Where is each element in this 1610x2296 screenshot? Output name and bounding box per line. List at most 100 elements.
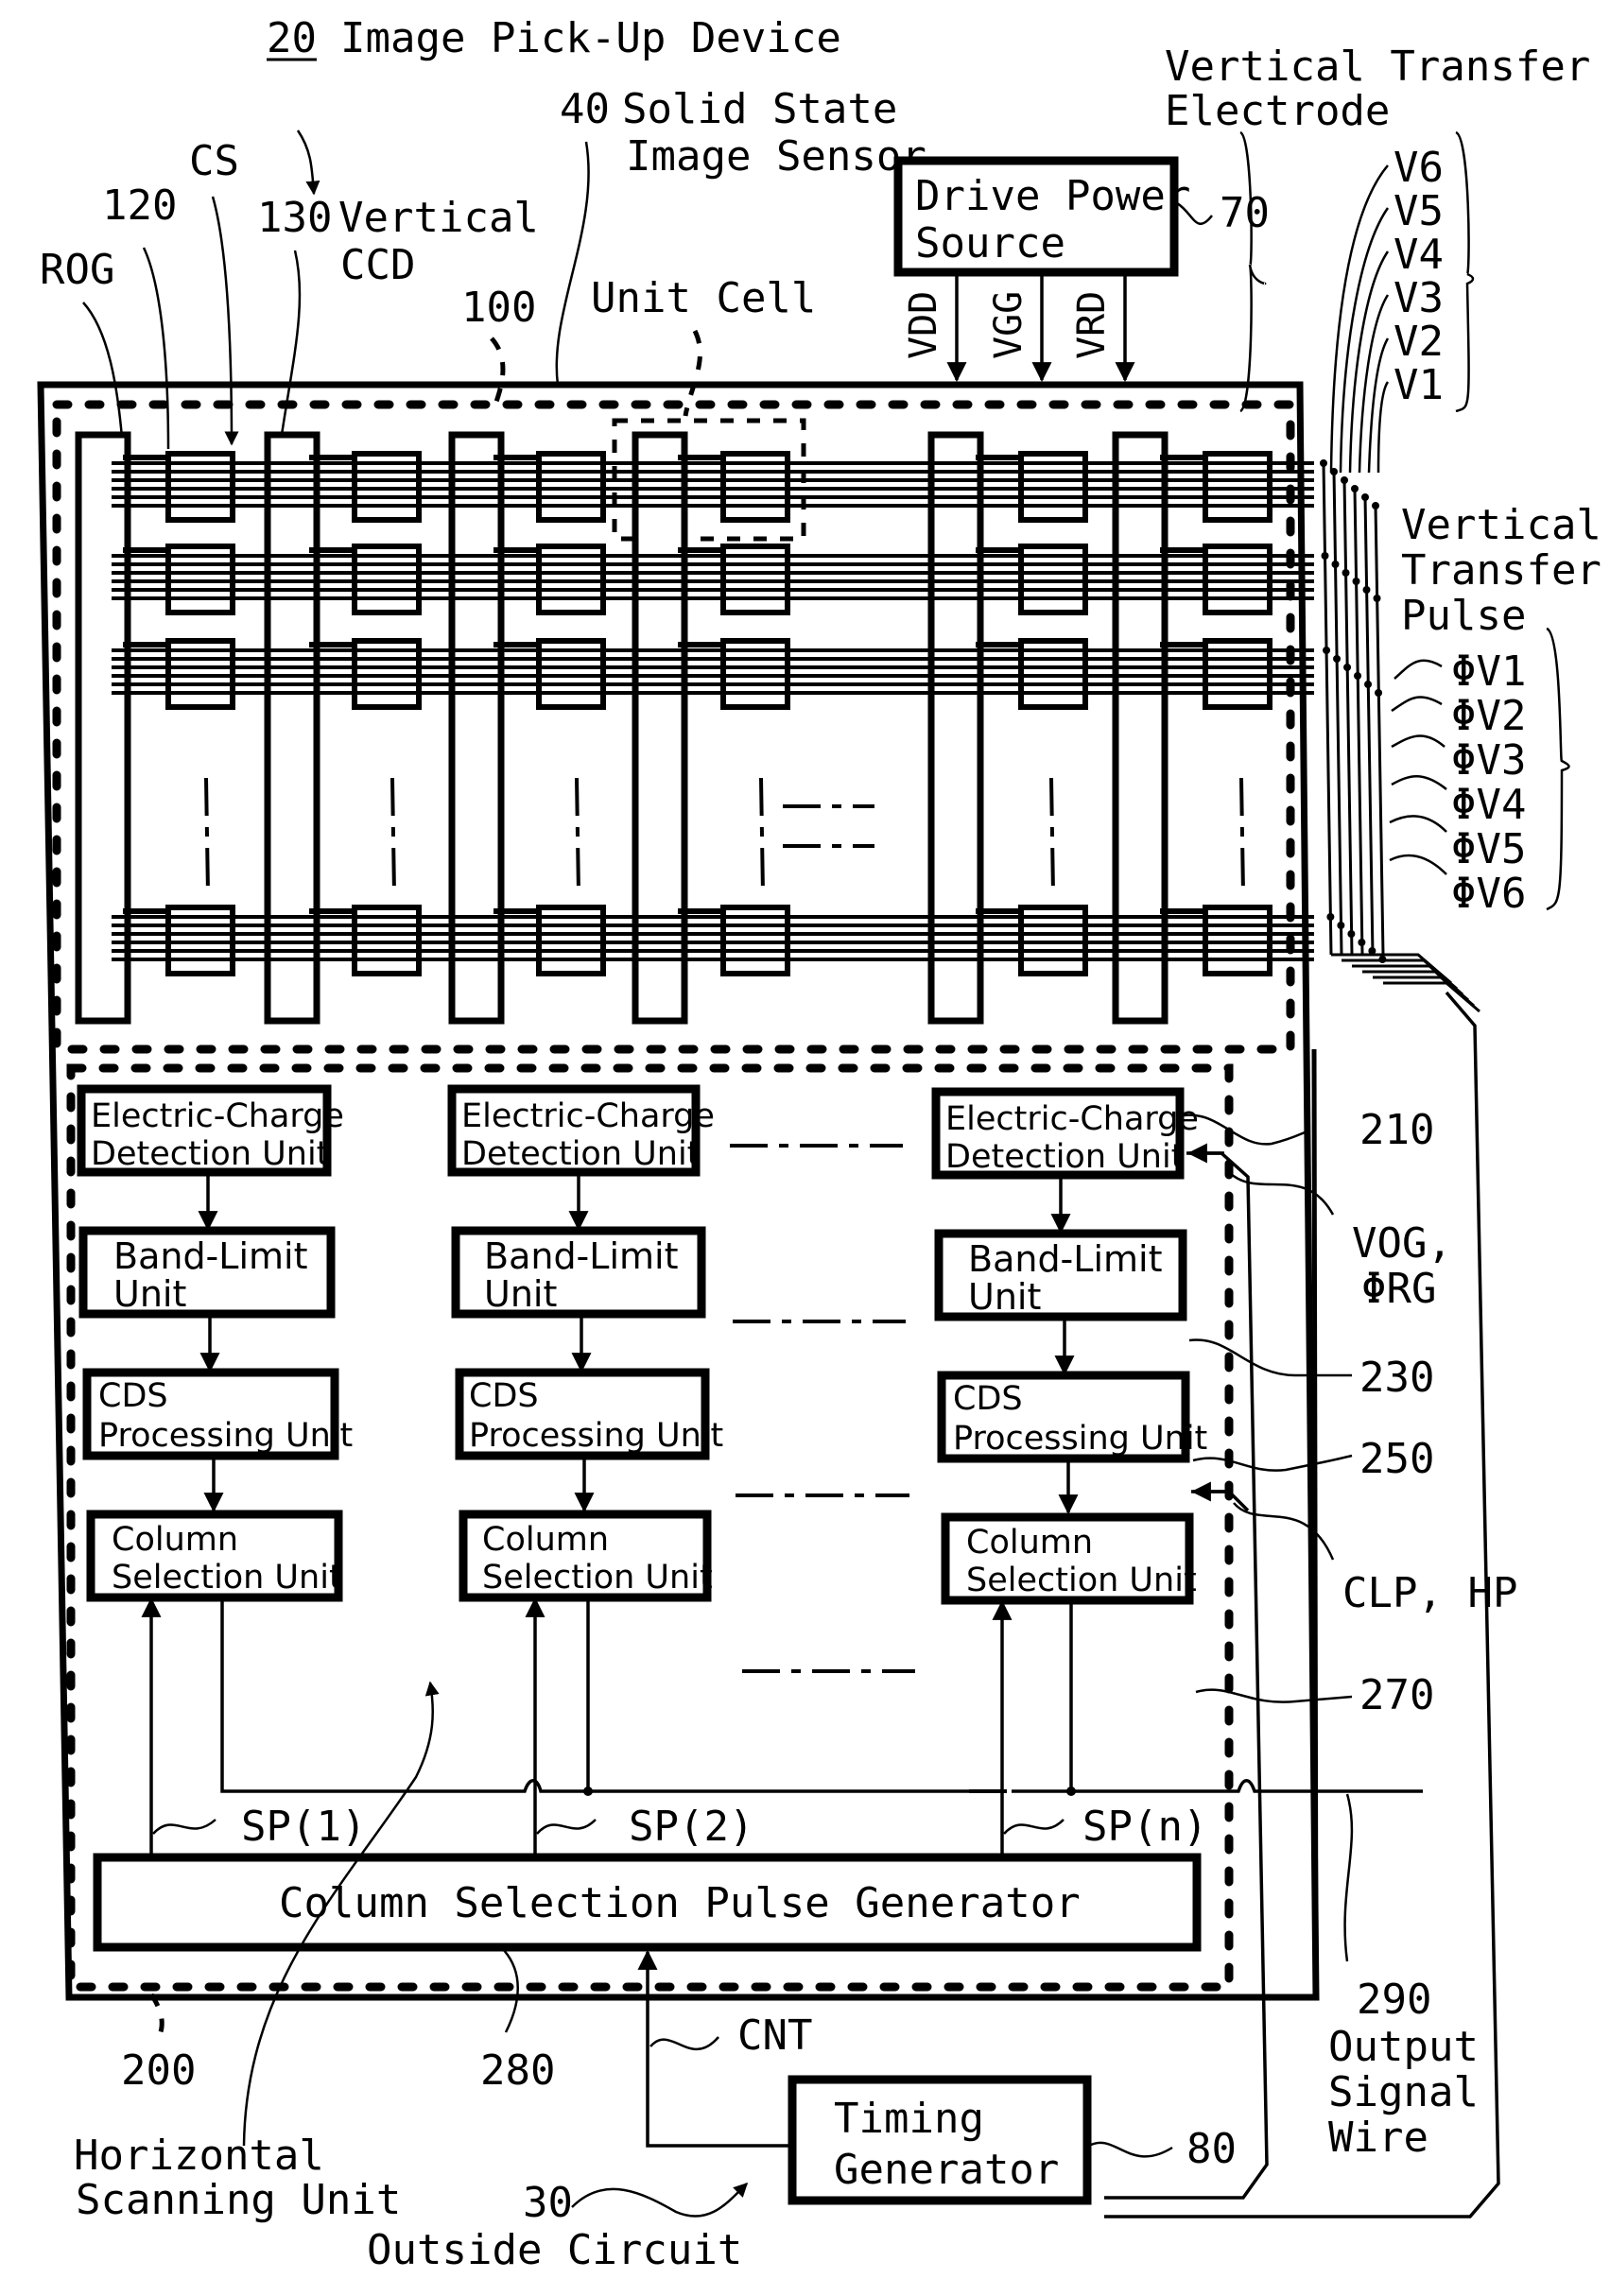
bus-junction	[1368, 947, 1376, 955]
ref-200-leader	[148, 1993, 164, 2039]
signal-label: Signal	[1328, 2068, 1479, 2116]
sensor-line1: Solid State	[622, 85, 897, 133]
cds-label1: CDS	[953, 1380, 1023, 1418]
bus-junction	[1352, 578, 1360, 585]
continuation-mark	[575, 777, 580, 894]
outside-circuit-label: Outside Circuit	[367, 2226, 742, 2274]
electrode-bus-wire	[1363, 496, 1375, 956]
ref-200-label: 200	[121, 2046, 196, 2095]
pulse-phv1: ΦV1	[1451, 647, 1526, 696]
junction-dot	[583, 1787, 593, 1796]
band-limit-label1: Band-Limit	[113, 1235, 307, 1277]
clp-hp-leader	[1233, 1502, 1335, 1561]
phv6-lead	[1389, 854, 1447, 875]
bus-junction	[1375, 689, 1383, 697]
col-sel-label1: Column	[482, 1521, 609, 1559]
v5-lead	[1339, 207, 1390, 474]
ref-250-label: 250	[1359, 1435, 1434, 1483]
bus-junction	[1320, 459, 1327, 467]
sensor-ref: 40	[560, 85, 610, 133]
electrode-v5: V5	[1394, 187, 1444, 235]
bus-junction	[1343, 664, 1352, 671]
cds-label1: CDS	[469, 1377, 539, 1415]
bus-junction	[1354, 672, 1362, 680]
electrode-v3: V3	[1394, 274, 1444, 322]
cs-label: CS	[189, 137, 239, 185]
column-chain-1: Electric-Charge Detection Unit Band-Limi…	[77, 1084, 353, 1602]
vdd-label: VDD	[902, 291, 945, 359]
col-sel-label2: Selection Unit	[966, 1562, 1197, 1599]
vtp-line3: Pulse	[1401, 592, 1526, 640]
ref-100-label: 100	[461, 284, 536, 332]
timing-generator-line2: Generator	[834, 2146, 1059, 2194]
column-selection-pulse-generator-label: Column Selection Pulse Generator	[279, 1879, 1081, 1927]
pulse-phv5: ΦV5	[1451, 825, 1526, 873]
pulse-bus-wire	[1383, 981, 1480, 1013]
phv1-lead	[1394, 659, 1443, 680]
outside-circuit-leader	[571, 2182, 749, 2218]
electrode-bus-wire	[1374, 505, 1385, 956]
ref-230-leader	[1188, 1338, 1352, 1377]
rog-leader	[82, 302, 125, 450]
band-limit-label1: Band-Limit	[484, 1235, 678, 1277]
continuation-mark	[390, 777, 396, 894]
electrode-v4: V4	[1394, 231, 1444, 279]
vte-line1: Vertical Transfer	[1165, 43, 1590, 91]
electrode-bus-wire	[1322, 462, 1333, 956]
vtp-line1: Vertical	[1401, 501, 1601, 549]
ccd-ref: 130	[257, 194, 332, 242]
sp1-label: SP(1)	[241, 1803, 366, 1851]
charge-detection-label2: Detection Unit	[461, 1135, 700, 1173]
continuation-mark	[204, 777, 210, 894]
column-selection-pulse-generator: Column Selection Pulse Generator	[93, 1853, 1202, 1952]
electrode-bus-wire	[1342, 479, 1354, 956]
band-limit-label2: Unit	[113, 1273, 186, 1315]
ref-100-leader	[490, 337, 506, 403]
electrode-brace	[1239, 130, 1267, 413]
col-sel-label1: Column	[112, 1521, 238, 1559]
pulse-phv4: ΦV4	[1451, 781, 1526, 829]
sp2-lead	[536, 1819, 597, 1835]
col-sel-label1: Column	[966, 1524, 1093, 1562]
continuation-mark	[759, 777, 765, 894]
bus-junction	[1372, 502, 1379, 509]
vog-rg-leader	[1228, 1171, 1335, 1216]
v1-lead	[1376, 381, 1390, 474]
band-limit-label1: Band-Limit	[968, 1238, 1162, 1280]
drive-power-line1: Drive Power	[915, 172, 1190, 220]
reference-leaders: 210 VOG, ΦRG 230 250 CLP, HP 270 290 Out…	[1183, 1106, 1517, 2162]
phv3-lead	[1391, 734, 1446, 749]
column-chain-2: Electric-Charge Detection Unit Band-Limi…	[447, 1084, 723, 1602]
vgg-label: VGG	[987, 291, 1030, 359]
bus-junction	[1330, 468, 1338, 475]
band-limit-label2: Unit	[484, 1273, 557, 1315]
continuation-mark	[1049, 777, 1055, 894]
bus-junction	[1362, 586, 1371, 594]
sp1-lead	[152, 1819, 216, 1835]
vrd-label: VRD	[1070, 291, 1114, 359]
outside-circuit-ref: 30	[523, 2179, 573, 2227]
unit-cell-label: Unit Cell	[591, 274, 816, 322]
drive-power-source: Drive Power Source 70 VDD VGG VRD	[893, 156, 1270, 383]
clp-hp-label: CLP, HP	[1342, 1569, 1517, 1617]
title-text: Image Pick-Up Device	[340, 14, 841, 62]
cnt-label: CNT	[737, 2011, 812, 2060]
rog-label: ROG	[40, 246, 114, 294]
vtp-line2: Transfer	[1401, 546, 1601, 595]
bus-junction	[1361, 493, 1369, 501]
cds-label1: CDS	[98, 1377, 168, 1415]
electrode-bus-wire	[1353, 488, 1364, 956]
output-signal-wire	[220, 1597, 1423, 1793]
cds-label2: Processing Unit	[469, 1417, 723, 1455]
phv2-lead	[1391, 696, 1443, 713]
ref-80-leader	[1088, 2141, 1173, 2158]
pulse-phv3: ΦV3	[1451, 736, 1526, 785]
phv5-lead	[1389, 815, 1447, 833]
grid-continuation-marks	[204, 777, 1245, 894]
continuation-mark	[1239, 777, 1245, 894]
ref-280-label: 280	[480, 2046, 555, 2095]
vog-label: VOG,	[1352, 1219, 1452, 1268]
wire-label: Wire	[1328, 2114, 1428, 2162]
sensor-leader	[555, 141, 590, 386]
ccd-line1: Vertical	[338, 194, 539, 242]
